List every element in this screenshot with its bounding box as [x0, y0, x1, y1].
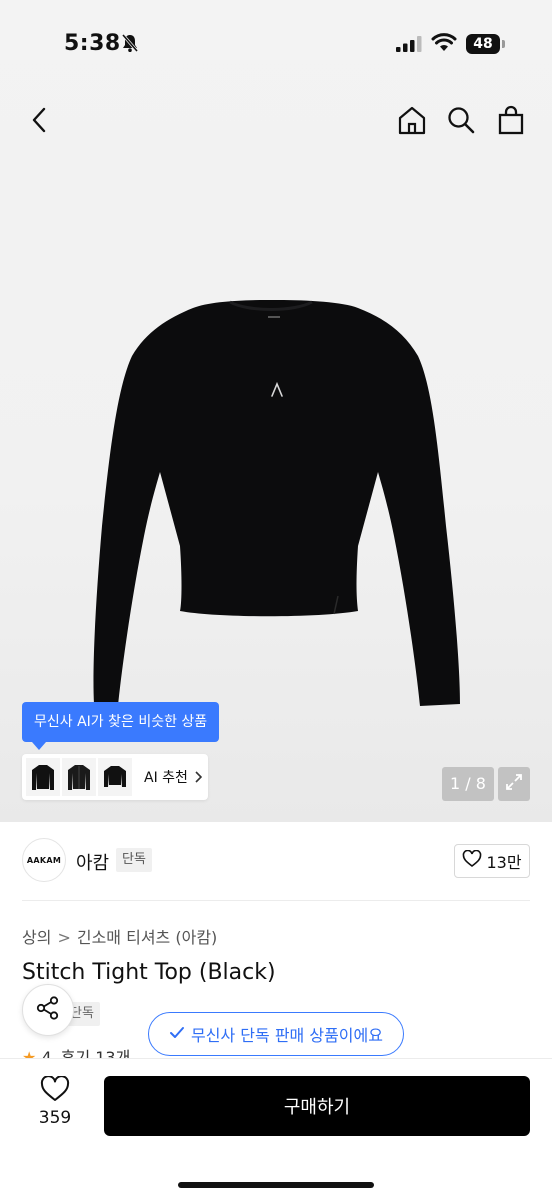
share-icon — [35, 995, 61, 1025]
product-title: Stitch Tight Top (Black) — [22, 960, 276, 985]
divider — [22, 900, 530, 901]
expand-button[interactable] — [498, 767, 530, 801]
status-bar: 5:38 48 — [0, 0, 552, 90]
battery-tip — [502, 40, 505, 48]
wishlist-button[interactable]: 359 — [28, 1075, 82, 1128]
chevron-left-icon — [28, 106, 52, 138]
home-button[interactable] — [390, 100, 434, 144]
heart-icon — [462, 849, 482, 872]
back-button[interactable] — [18, 100, 62, 144]
search-button[interactable] — [439, 100, 483, 144]
cart-button[interactable] — [489, 100, 533, 144]
breadcrumb-category[interactable]: 상의 — [22, 928, 51, 947]
brand-logo-text: AAKAM — [26, 855, 62, 865]
ai-thumbnail[interactable] — [98, 758, 132, 796]
ai-recommend-label: AI 추천 — [144, 770, 188, 786]
search-icon — [446, 105, 476, 139]
breadcrumb-subcategory[interactable]: 긴소매 티셔츠 (아캄) — [77, 928, 217, 947]
breadcrumb: 상의 > 긴소매 티셔츠 (아캄) — [22, 924, 217, 948]
bell-muted-icon — [120, 33, 140, 57]
image-counter: 1 / 8 — [442, 767, 494, 801]
brand-name[interactable]: 아캄 — [76, 849, 109, 875]
buy-button[interactable]: 구매하기 — [104, 1076, 530, 1136]
exclusive-notice-pill[interactable]: 무신사 단독 판매 상품이에요 — [148, 1012, 404, 1056]
status-time: 5:38 — [64, 31, 121, 56]
battery-indicator: 48 — [466, 34, 500, 54]
brand-like-button[interactable]: 13만 — [454, 844, 530, 878]
cellular-signal-icon — [396, 36, 422, 56]
product-image — [88, 296, 468, 720]
home-icon — [397, 105, 427, 139]
breadcrumb-separator-icon: > — [57, 928, 71, 947]
heart-icon — [40, 1075, 70, 1106]
check-icon — [169, 1025, 185, 1044]
expand-icon — [504, 772, 524, 796]
exclusive-notice-text: 무신사 단독 판매 상품이에요 — [191, 1026, 383, 1045]
like-count: 13만 — [486, 853, 522, 872]
ai-recommend-strip[interactable]: AI 추천 — [22, 754, 208, 800]
shopping-bag-icon — [497, 105, 525, 139]
ai-thumbnail[interactable] — [26, 758, 60, 796]
home-indicator — [178, 1182, 374, 1188]
chevron-right-icon — [194, 768, 203, 787]
ai-thumbnail[interactable] — [62, 758, 96, 796]
exclusive-badge: 단독 — [116, 848, 152, 872]
wifi-icon — [431, 33, 457, 57]
brand-logo[interactable]: AAKAM — [22, 838, 66, 882]
share-button[interactable] — [22, 984, 74, 1036]
ai-similar-tooltip[interactable]: 무신사 AI가 찾은 비슷한 상품 — [22, 702, 220, 750]
wishlist-count: 359 — [38, 1108, 72, 1128]
